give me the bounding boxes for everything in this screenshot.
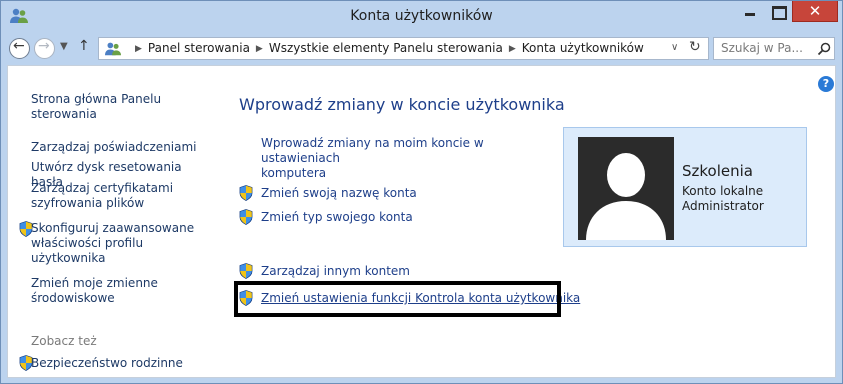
sidebar-item-advanced-profile[interactable]: Skonfiguruj zaawansowane właściwości pro… [31,221,206,266]
breadcrumb-item[interactable]: Wszystkie elementy Panelu sterowania [269,41,503,55]
see-also-heading: Zobacz też [31,334,97,348]
highlight-box [234,281,561,317]
link-change-account-name[interactable]: Zmień swoją nazwę konta [261,186,417,201]
navigation-bar: ▼ ↑ ▶ Panel sterowania ▶ Wszystkie elementy… [1,32,842,65]
sidebar-item-label: Zarządzaj poświadczeniami [31,140,197,154]
help-icon[interactable]: ? [818,76,834,92]
link-pc-settings[interactable]: Wprowadź zmiany na moim koncie w ustawie… [261,136,561,181]
title-bar[interactable]: Konta użytkowników ✕ [1,1,842,32]
link-label: Wprowadź zmiany na moim koncie w ustawie… [261,136,484,165]
address-bar[interactable]: ▶ Panel sterowania ▶ Wszystkie elementy Pan… [98,37,709,60]
sidebar-item-control-panel-home[interactable]: Strona główna Panelu sterowania [31,92,206,122]
chevron-right-icon[interactable]: ▶ [256,44,263,54]
sidebar-item-label: szyfrowania plików [31,196,145,210]
sidebar-item-manage-credentials[interactable]: Zarządzaj poświadczeniami [31,140,206,155]
sidebar-item-label: Skonfiguruj zaawansowane [31,221,195,235]
sidebar-item-manage-certificates[interactable]: Zarządzaj certyfikatami szyfrowania plik… [31,181,206,211]
search-input[interactable]: Szukaj w Pa... [713,37,835,60]
user-accounts-window: Konta użytkowników ✕ ▼ ↑ ▶ Panel sterowan… [0,0,843,384]
sidebar-item-label: środowiskowe [31,291,115,305]
sidebar-item-label: Zarządzaj certyfikatami [31,181,174,195]
search-placeholder: Szukaj w Pa... [721,41,803,55]
link-label: komputera [261,166,327,180]
close-icon: ✕ [808,2,822,20]
uac-shield-icon [239,263,253,279]
sidebar-item-family-safety[interactable]: Bezpieczeństwo rodzinne [31,356,206,371]
content-pane: ? Strona główna Panelu sterowania Zarząd… [7,65,836,378]
link-manage-another-account[interactable]: Zarządzaj innym kontem [261,264,410,279]
users-icon [104,41,122,57]
sidebar-item-label: Zmień moje zmienne [31,276,158,290]
recent-locations-chevron-icon[interactable]: ▼ [60,41,68,52]
sidebar-item-label: Strona główna Panelu [31,92,162,106]
chevron-right-icon[interactable]: ▶ [135,44,142,54]
refresh-icon[interactable]: ↻ [689,39,701,55]
back-button[interactable] [9,38,30,59]
address-dropdown-icon[interactable]: ∨ [671,42,678,53]
sidebar-item-environment-variables[interactable]: Zmień moje zmienne środowiskowe [31,276,206,306]
user-name: Szkolenia [682,162,753,180]
user-account-type: Konto lokalne [682,184,764,198]
sidebar-item-label: sterowania [31,107,97,121]
breadcrumb-item[interactable]: Panel sterowania [148,41,250,55]
maximize-button[interactable] [764,1,791,22]
breadcrumb: ▶ Panel sterowania ▶ Wszystkie elementy Pan… [129,41,644,55]
sidebar-item-label: użytkownika [31,251,106,265]
uac-shield-icon [239,209,253,225]
sidebar-item-label: właściwości profilu [31,236,144,250]
link-change-account-type[interactable]: Zmień typ swojego konta [261,210,413,225]
breadcrumb-item[interactable]: Konta użytkowników [522,41,644,55]
forward-button[interactable] [34,38,55,59]
uac-shield-icon [239,185,253,201]
avatar [578,137,674,240]
avatar-silhouette-icon [586,153,666,240]
up-icon[interactable]: ↑ [78,38,90,54]
close-button[interactable]: ✕ [792,1,838,22]
window-title: Konta użytkowników [350,8,493,24]
page-title: Wprowadź zmiany w koncie użytkownika [239,95,565,114]
chevron-right-icon[interactable]: ▶ [509,44,516,54]
minimize-button[interactable] [737,1,764,22]
sidebar-item-label: Bezpieczeństwo rodzinne [31,356,183,370]
user-role: Administrator [682,199,764,213]
search-icon[interactable] [817,42,831,56]
user-account-card: Szkolenia Konto lokalne Administrator [563,127,807,247]
